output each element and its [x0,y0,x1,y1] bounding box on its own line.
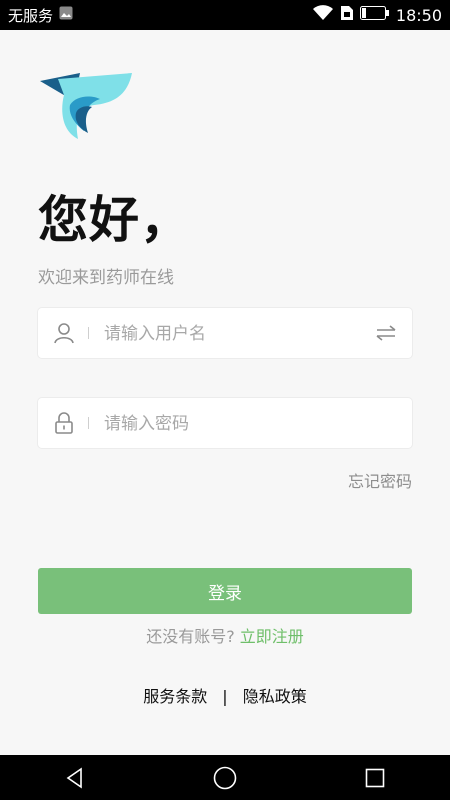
legal-separator: | [222,687,228,706]
terms-of-service-link[interactable]: 服务条款 [143,687,207,706]
home-circle-icon [213,766,237,789]
forgot-password-link[interactable]: 忘记密码 [348,468,412,492]
register-link[interactable]: 立即注册 [240,627,304,646]
back-button[interactable] [55,758,95,798]
carrier-label: 无服务 [8,6,54,25]
privacy-policy-link[interactable]: 隐私政策 [243,687,307,706]
wifi-icon [312,5,334,25]
switch-account-icon[interactable] [374,321,398,345]
gallery-notification-icon [59,6,73,24]
field-divider [88,327,89,339]
back-triangle-icon [66,766,82,789]
username-field[interactable] [38,308,412,358]
password-input[interactable] [102,408,376,440]
username-input[interactable] [102,318,376,350]
user-icon [54,323,74,344]
clock: 18:50 [395,5,442,25]
greeting-title: 您好， [38,191,191,249]
password-field[interactable] [38,398,412,448]
field-divider [88,417,89,429]
register-prompt: 还没有账号? 立即注册 [0,623,450,647]
login-screen: 您好， 欢迎来到药师在线 忘记密码 登录 还没有账号? 立即注册 服务条款 | … [0,30,450,755]
login-button[interactable]: 登录 [38,568,412,614]
app-logo [40,73,132,139]
battery-icon [359,6,390,24]
status-bar: 无服务 18:50 [0,0,450,30]
lock-icon [55,412,73,434]
no-account-text: 还没有账号? [146,627,235,646]
legal-links: 服务条款 | 隐私政策 [0,683,450,707]
recents-square-icon [365,768,385,787]
sim-icon [340,5,354,25]
welcome-subtitle: 欢迎来到药师在线 [38,268,174,288]
home-button[interactable] [205,758,245,798]
recents-button[interactable] [355,758,395,798]
system-nav-bar [0,755,450,800]
